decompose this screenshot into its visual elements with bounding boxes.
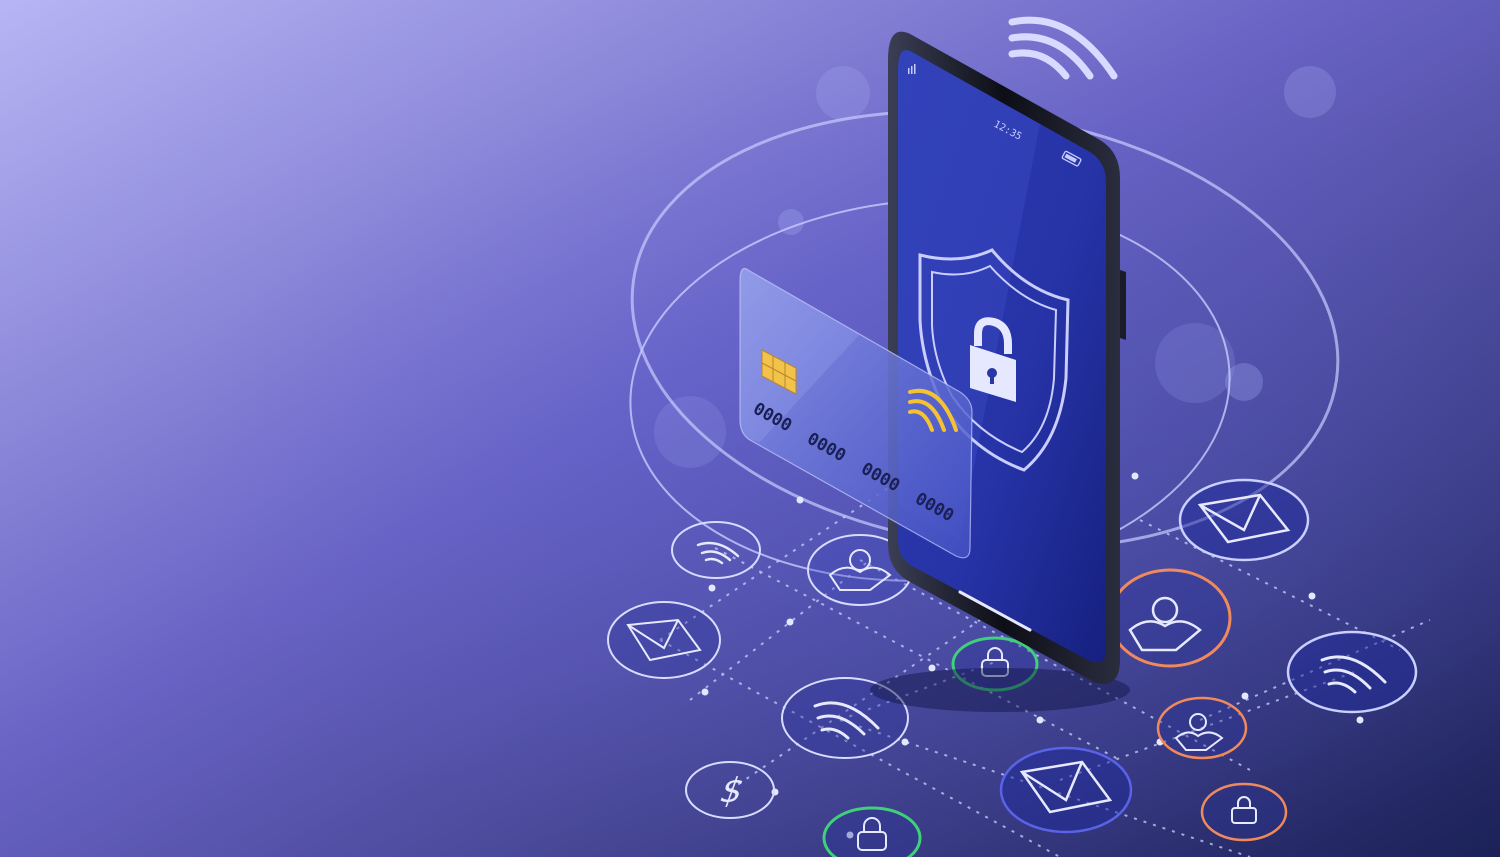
wifi-node-right	[1286, 630, 1418, 714]
mail-node-left	[607, 601, 721, 679]
secure-mobile-payment-illustration: $ 12:35 0000 0000 0000 0000	[0, 0, 1500, 857]
side-button	[1120, 270, 1126, 340]
lock-node-bottom-right-orange	[1200, 782, 1288, 842]
lock-node-bottom-green	[822, 806, 922, 857]
mail-node-top-right	[1178, 478, 1310, 562]
user-node-right-orange	[1108, 568, 1232, 668]
mail-node-bottom	[999, 746, 1133, 834]
user-node-small-orange	[1156, 696, 1248, 760]
